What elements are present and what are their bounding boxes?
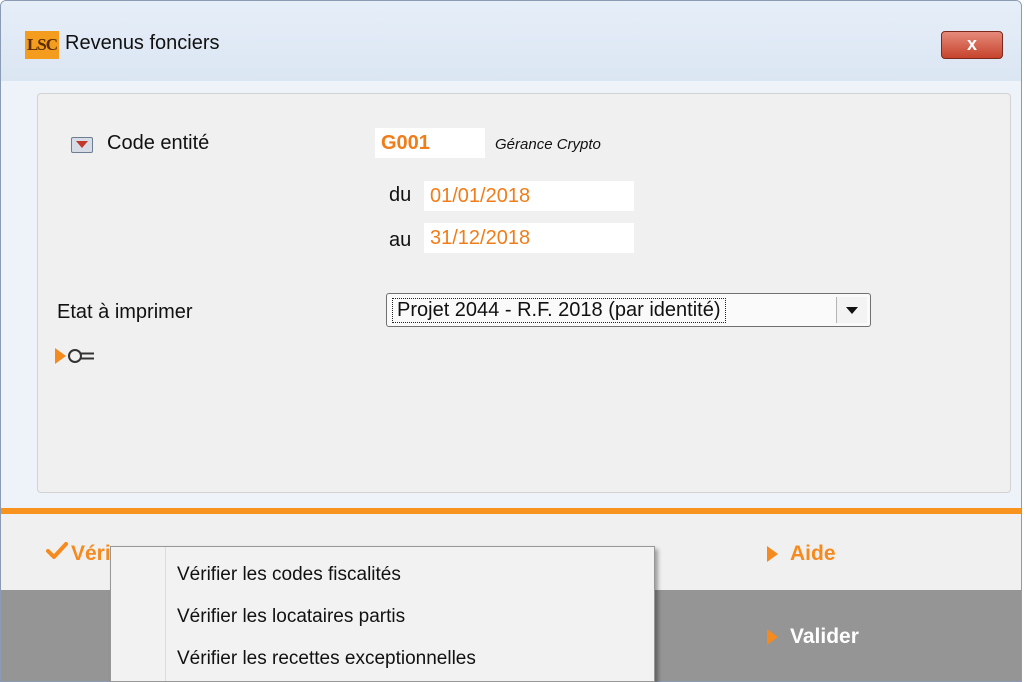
chevron-down-icon[interactable]	[836, 297, 867, 323]
key-action-button[interactable]	[55, 343, 115, 369]
help-button[interactable]: Aide	[767, 542, 836, 566]
menu-item-verify-departed-tenants[interactable]: Vérifier les locataires partis	[111, 597, 654, 637]
menu-item-verify-exceptional-revenue[interactable]: Vérifier les recettes exceptionnelles	[111, 639, 654, 679]
menu-item-label: Vérifier les codes fiscalités	[177, 564, 401, 585]
entity-code-label: Code entité	[107, 132, 210, 154]
help-label: Aide	[790, 542, 836, 565]
to-date-field[interactable]: 31/12/2018	[424, 223, 634, 253]
entity-code-field[interactable]: G001	[375, 128, 485, 158]
play-arrow-icon	[55, 348, 66, 364]
from-date-label: du	[389, 184, 412, 206]
menu-item-label: Vérifier les locataires partis	[177, 606, 406, 627]
entity-name: Gérance Crypto	[495, 136, 601, 153]
menu-item-verify-tax-codes[interactable]: Vérifier les codes fiscalités	[111, 555, 654, 595]
checkmark-icon	[46, 542, 68, 559]
key-icon	[68, 349, 94, 363]
report-select-value: Projet 2044 - R.F. 2018 (par identité)	[392, 298, 726, 323]
menu-item-label: Vérifier les recettes exceptionnelles	[177, 648, 476, 669]
window-title: Revenus fonciers	[65, 32, 220, 54]
entity-dropdown-icon[interactable]	[71, 137, 93, 153]
to-date-label: au	[389, 229, 412, 251]
title-bar: LSC Revenus fonciers x	[1, 1, 1021, 81]
validate-button[interactable]: Valider	[767, 625, 859, 649]
play-arrow-icon	[767, 546, 778, 563]
report-label: Etat à imprimer	[57, 301, 193, 323]
verify-button[interactable]: Véri	[71, 542, 111, 566]
report-select[interactable]: Projet 2044 - R.F. 2018 (par identité)	[386, 293, 871, 327]
app-logo: LSC	[25, 31, 59, 59]
context-menu: Vérifier les codes fiscalités Vérifier l…	[110, 546, 655, 682]
from-date-field[interactable]: 01/01/2018	[424, 181, 634, 211]
play-arrow-icon	[767, 629, 778, 646]
close-button[interactable]: x	[941, 31, 1003, 59]
validate-label: Valider	[790, 625, 859, 648]
